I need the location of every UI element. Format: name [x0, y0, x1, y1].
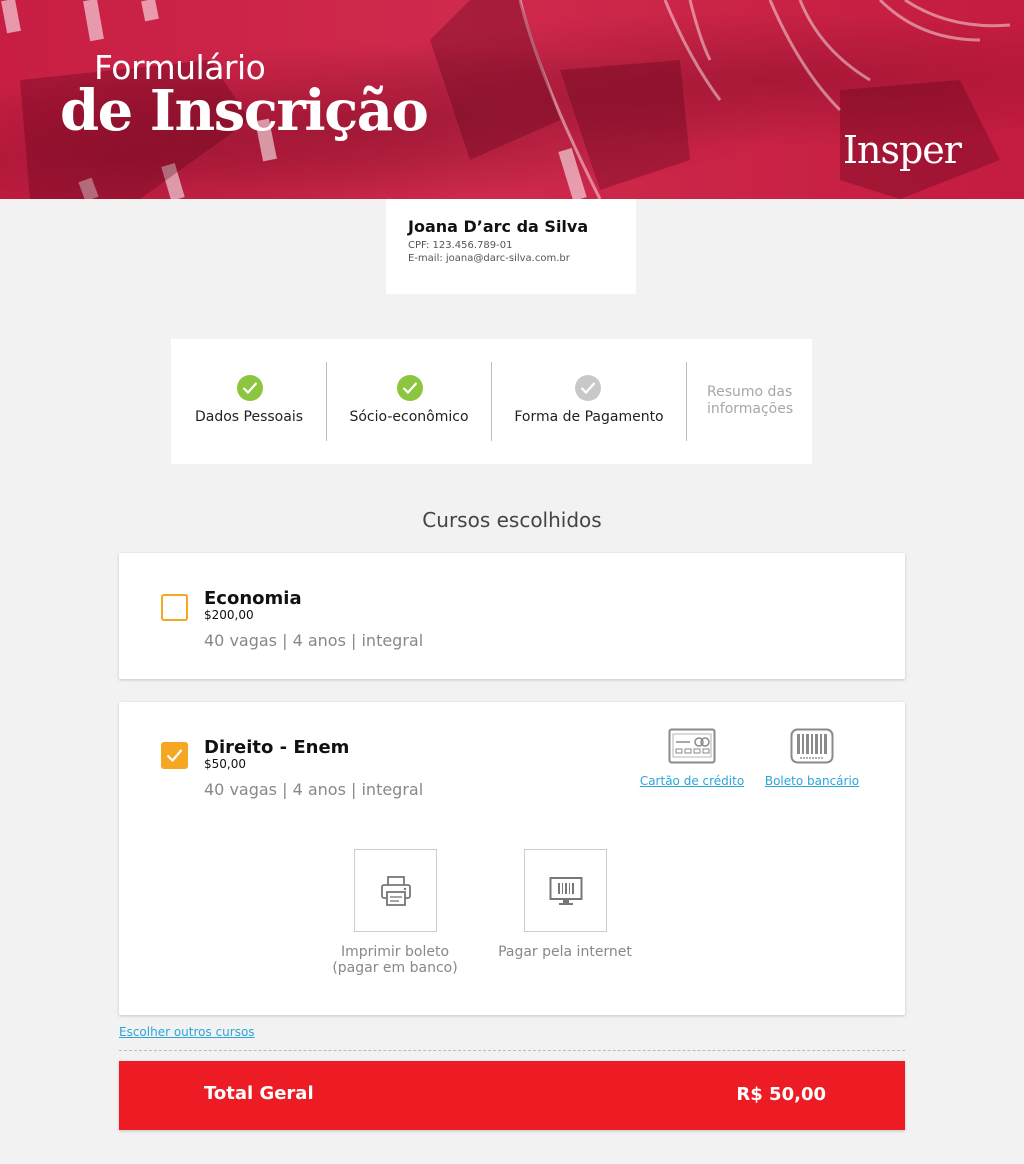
course-name: Economia [204, 588, 302, 609]
course-checkbox[interactable] [161, 742, 188, 769]
boleto-link[interactable]: Boleto bancário [757, 774, 867, 788]
total-label: Total Geral [204, 1083, 314, 1104]
step-dados-pessoais[interactable]: Dados Pessoais [171, 339, 327, 464]
credit-card-link[interactable]: Cartão de crédito [627, 774, 757, 788]
step-label: Dados Pessoais [194, 409, 304, 425]
total-bar: Total Geral R$ 50,00 [119, 1061, 905, 1130]
payment-option-credit-card[interactable]: Cartão de crédito [627, 728, 757, 788]
step-label: Sócio-econômico [349, 409, 469, 425]
pay-online-caption: Pagar pela internet [485, 944, 645, 960]
course-card-direito: Direito - Enem $50,00 40 vagas | 4 anos … [119, 702, 905, 1015]
step-resumo[interactable]: Resumo das informações [707, 339, 802, 464]
step-divider [686, 362, 687, 441]
step-forma-pagamento[interactable]: Forma de Pagamento [492, 339, 686, 464]
course-info: 40 vagas | 4 anos | integral [204, 780, 424, 799]
pay-online-button[interactable] [524, 849, 607, 932]
print-boleto-caption: Imprimir boleto (pagar em banco) [315, 944, 475, 976]
user-info-card: Joana D’arc da Silva CPF: 123.456.789-01… [386, 199, 636, 294]
course-price: $50,00 [204, 757, 246, 771]
step-label: Resumo das informações [707, 384, 794, 417]
check-icon [237, 375, 263, 401]
section-title: Cursos escolhidos [422, 508, 602, 532]
progress-steps: Dados Pessoais Sócio-econômico Forma de … [171, 339, 812, 464]
monitor-barcode-icon [549, 877, 583, 905]
user-name: Joana D’arc da Silva [408, 217, 589, 236]
header-banner: Formulário de Inscrição Insper [0, 0, 1024, 199]
course-name: Direito - Enem [204, 737, 350, 758]
check-icon [397, 375, 423, 401]
barcode-icon [790, 728, 834, 764]
check-icon [166, 749, 183, 763]
credit-card-icon [668, 728, 716, 764]
course-checkbox[interactable] [161, 594, 188, 621]
printer-icon [381, 876, 411, 906]
step-socio-economico[interactable]: Sócio-econômico [327, 339, 491, 464]
step-label: Forma de Pagamento [514, 409, 664, 425]
user-email: E-mail: joana@darc-silva.com.br [408, 253, 570, 264]
check-icon [575, 375, 601, 401]
dashed-divider [119, 1050, 905, 1051]
choose-other-courses-link[interactable]: Escolher outros cursos [119, 1025, 255, 1039]
insper-logo: Insper [843, 128, 962, 172]
caption-line: Imprimir boleto [340, 944, 450, 960]
course-price: $200,00 [204, 608, 254, 622]
payment-option-boleto[interactable]: Boleto bancário [757, 728, 867, 788]
course-card-economia: Economia $200,00 40 vagas | 4 anos | int… [119, 553, 905, 679]
caption-line: (pagar em banco) [332, 960, 458, 976]
total-value: R$ 50,00 [736, 1084, 826, 1105]
user-cpf: CPF: 123.456.789-01 [408, 240, 513, 251]
print-boleto-button[interactable] [354, 849, 437, 932]
course-info: 40 vagas | 4 anos | integral [204, 631, 424, 650]
form-title-line2: de Inscrição [60, 78, 429, 144]
caption-line: Pagar pela internet [498, 944, 632, 960]
